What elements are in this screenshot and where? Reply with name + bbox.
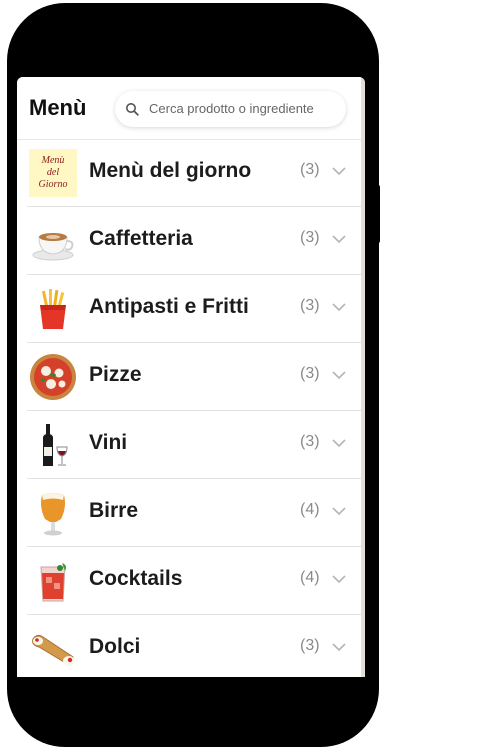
category-row-cocktails[interactable]: Cocktails (4) (27, 547, 361, 615)
search-input[interactable]: Cerca prodotto o ingrediente (115, 91, 346, 127)
category-label: Vini (89, 431, 128, 454)
category-row-caffetteria[interactable]: Caffetteria (3) (27, 207, 361, 275)
category-count: (3) (300, 433, 320, 450)
chevron-down-icon[interactable] (332, 574, 346, 584)
chevron-down-icon[interactable] (332, 166, 346, 176)
card-line: Giorno (38, 179, 68, 190)
pizza-icon (30, 354, 76, 400)
chevron-down-icon[interactable] (332, 302, 346, 312)
search-icon (126, 103, 139, 116)
cocktail-icon (40, 563, 66, 602)
category-row-antipasti-e-fritti[interactable]: Antipasti e Fritti (3) (27, 275, 361, 343)
menu-del-giorno-card: Menù del Giorno (29, 149, 77, 197)
chevron-down-icon[interactable] (332, 438, 346, 448)
category-label: Caffetteria (89, 227, 193, 250)
chevron-down-icon[interactable] (332, 234, 346, 244)
wine-icon (43, 424, 68, 466)
card-line: Menù (41, 155, 65, 166)
beer-icon (41, 493, 65, 536)
category-count: (3) (300, 297, 320, 314)
category-row-dolci[interactable]: Dolci (3) (27, 615, 361, 677)
category-row-menu-del-giorno[interactable]: Menù del Giorno Menù del giorno (3) (27, 139, 361, 207)
search-placeholder: Cerca prodotto o ingrediente (149, 101, 314, 116)
chevron-down-icon[interactable] (332, 370, 346, 380)
category-count: (4) (300, 501, 320, 518)
chevron-down-icon[interactable] (332, 506, 346, 516)
phone-side-button (374, 185, 380, 243)
page-title: Menù (29, 95, 87, 120)
app-screen: Menù Cerca prodotto o ingrediente Menù d… (17, 77, 365, 677)
fries-icon (40, 289, 66, 329)
category-list: Menù del Giorno Menù del giorno (3) Caff… (17, 139, 361, 677)
coffee-cup-icon (32, 233, 74, 261)
cannolo-icon (32, 634, 75, 666)
card-line: del (46, 167, 60, 178)
category-label: Menù del giorno (89, 159, 252, 182)
category-row-birre[interactable]: Birre (4) (27, 479, 361, 547)
scrollbar[interactable] (361, 77, 365, 677)
category-label: Dolci (89, 635, 141, 658)
header: Menù Cerca prodotto o ingrediente (17, 77, 361, 140)
category-count: (3) (300, 161, 320, 178)
chevron-down-icon[interactable] (332, 642, 346, 652)
category-label: Pizze (89, 363, 142, 386)
category-count: (3) (300, 229, 320, 246)
category-count: (3) (300, 365, 320, 382)
category-row-vini[interactable]: Vini (3) (27, 411, 361, 479)
category-label: Antipasti e Fritti (89, 295, 249, 318)
category-count: (4) (300, 569, 320, 586)
category-label: Cocktails (89, 567, 183, 590)
category-label: Birre (89, 499, 139, 522)
category-count: (3) (300, 637, 320, 654)
category-row-pizze[interactable]: Pizze (3) (27, 343, 361, 411)
